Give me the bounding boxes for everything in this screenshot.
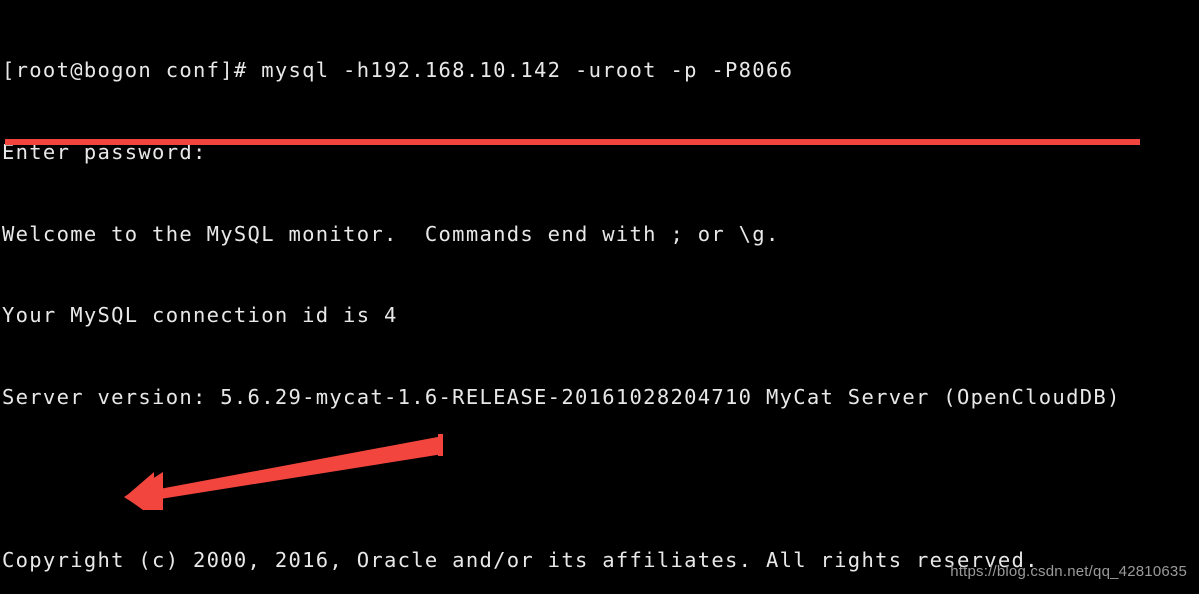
terminal-line-blank-1 [2, 465, 1199, 492]
terminal-line-command: [root@bogon conf]# mysql -h192.168.10.14… [2, 58, 794, 83]
terminal-line-connection-id: Your MySQL connection id is 4 [2, 303, 398, 328]
terminal-output[interactable]: [root@bogon conf]# mysql -h192.168.10.14… [0, 0, 1199, 594]
server-version-underline-annotation [5, 139, 1140, 145]
blog-watermark: https://blog.csdn.net/qq_42810635 [950, 563, 1187, 580]
terminal-line-welcome: Welcome to the MySQL monitor. Commands e… [2, 221, 780, 246]
terminal-screen: [root@bogon conf]# mysql -h192.168.10.14… [0, 0, 1199, 594]
terminal-line-server-version: Server version: 5.6.29-mycat-1.6-RELEASE… [2, 384, 1121, 409]
